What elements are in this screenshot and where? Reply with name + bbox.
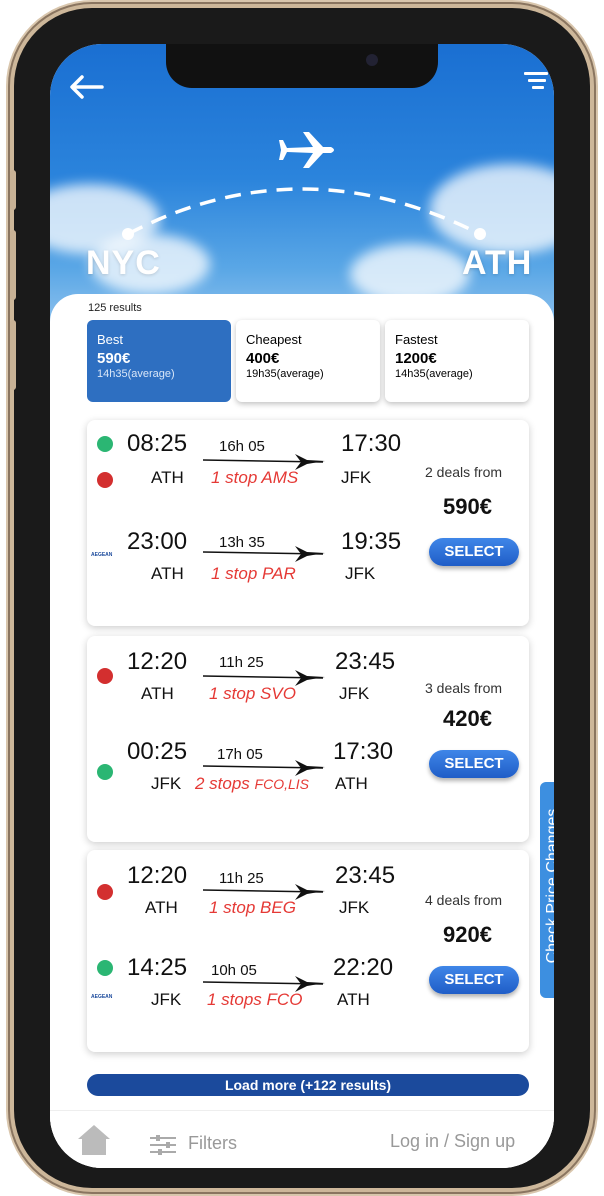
stop-info: 1 stop AMS	[211, 468, 299, 487]
flight-card[interactable]: 12:20 ATH 11h 25 1 stop SVO 23:45 JFK 00…	[87, 636, 529, 842]
depart-time: 14:25	[127, 954, 188, 981]
tab-time: 14h35(average)	[97, 368, 175, 380]
depart-time: 12:20	[127, 862, 188, 889]
arrive-time: 17:30	[341, 430, 402, 457]
stop-info: 1 stops FCO	[207, 990, 303, 1009]
bottom-bar: Filters Log in / Sign up	[50, 1110, 554, 1168]
check-price-changes-tab[interactable]: Check Price Changes	[540, 782, 554, 998]
select-button[interactable]: SELECT	[429, 966, 519, 994]
arrive-code: ATH	[337, 990, 370, 1009]
camera	[366, 54, 378, 66]
airplane-icon	[279, 132, 334, 168]
airline-green-icon	[97, 960, 113, 976]
depart-code: ATH	[141, 684, 174, 703]
app-screen: NYC ATH 125 results Best 590€ 14h35(aver…	[50, 44, 554, 1168]
login-signup-link[interactable]: Log in / Sign up	[390, 1131, 515, 1152]
depart-code: JFK	[151, 990, 182, 1009]
stop-count: 2 stops	[195, 774, 250, 793]
deal-price: 420€	[443, 706, 492, 731]
route-path	[122, 132, 486, 240]
tab-best[interactable]: Best 590€ 14h35(average)	[87, 320, 231, 402]
arrive-code: ATH	[335, 774, 368, 793]
airline-green-icon	[97, 764, 113, 780]
arrive-code: JFK	[345, 564, 376, 583]
notch	[166, 44, 438, 88]
deals-label: 4 deals from	[425, 892, 503, 908]
arrive-code: JFK	[339, 684, 370, 703]
deals-label: 3 deals from	[425, 680, 503, 696]
aegean-logo: AEGEAN	[91, 552, 113, 558]
arrive-time: 23:45	[335, 862, 396, 889]
airline-red-icon	[97, 472, 113, 488]
results-count: 125 results	[88, 302, 142, 314]
depart-time: 12:20	[127, 648, 188, 675]
back-arrow-icon[interactable]	[68, 74, 104, 105]
depart-code: ATH	[151, 468, 184, 487]
phone-side-button	[10, 230, 16, 300]
flight-card[interactable]: AEGEAN 12:20 ATH 11h 25 1 stop BEG 23:45…	[87, 850, 529, 1052]
flight-arrow-icon	[203, 546, 325, 562]
tab-cheapest[interactable]: Cheapest 400€ 19h35(average)	[236, 320, 380, 402]
tab-price: 1200€	[395, 350, 437, 367]
depart-time: 08:25	[127, 430, 188, 457]
load-more-button[interactable]: Load more (+122 results)	[87, 1074, 529, 1096]
filters-button[interactable]: Filters	[188, 1133, 237, 1154]
destination-city: ATH	[462, 244, 533, 282]
flight-card[interactable]: 08:25 ATH 16h 05 1 stop AMS 17:30 JFK AE…	[87, 420, 529, 626]
tab-label: Best	[97, 332, 124, 347]
deals-label: 2 deals from	[425, 464, 503, 480]
tab-time: 19h35(average)	[246, 368, 324, 380]
stop-info: 1 stop PAR	[211, 564, 296, 583]
arrive-time: 19:35	[341, 528, 402, 555]
aegean-logo: AEGEAN	[91, 994, 113, 1000]
depart-code: JFK	[151, 774, 182, 793]
arrive-time: 17:30	[333, 738, 394, 765]
side-tab-label: Check Price Changes	[544, 808, 554, 964]
arrive-time: 22:20	[333, 954, 394, 981]
select-button[interactable]: SELECT	[429, 538, 519, 566]
select-button[interactable]: SELECT	[429, 750, 519, 778]
arrive-code: JFK	[339, 898, 370, 917]
stop-info: 1 stop SVO	[209, 684, 296, 703]
deal-price: 590€	[443, 494, 492, 519]
tab-label: Cheapest	[246, 332, 302, 347]
phone-side-button	[10, 170, 16, 210]
deal-price: 920€	[443, 922, 492, 947]
tab-label: Fastest	[395, 332, 438, 347]
tab-price: 400€	[246, 350, 280, 367]
depart-time: 23:00	[127, 528, 188, 555]
stop-info: 1 stop BEG	[209, 898, 296, 917]
tab-price: 590€	[97, 350, 131, 367]
depart-code: ATH	[145, 898, 178, 917]
airline-red-icon	[97, 884, 113, 900]
arrive-time: 23:45	[335, 648, 396, 675]
airline-green-icon	[97, 436, 113, 452]
stop-airports: FCO,LIS	[254, 776, 310, 792]
airline-red-icon	[97, 668, 113, 684]
depart-time: 00:25	[127, 738, 188, 765]
stop-info: 2 stops FCO,LIS	[195, 774, 309, 794]
depart-code: ATH	[151, 564, 184, 583]
filters-icon[interactable]	[150, 1135, 178, 1160]
sort-menu-icon[interactable]	[524, 70, 550, 95]
arrive-code: JFK	[341, 468, 372, 487]
tab-fastest[interactable]: Fastest 1200€ 14h35(average)	[385, 320, 529, 402]
home-icon[interactable]	[76, 1123, 112, 1162]
tab-time: 14h35(average)	[395, 368, 473, 380]
phone-side-button	[10, 320, 16, 390]
origin-city: NYC	[86, 244, 161, 282]
